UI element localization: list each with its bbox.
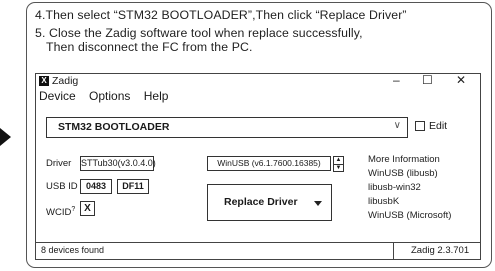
menu-bar: Device Options Help [39,88,178,104]
instruction-step-5-cont: Then disconnect the FC from the PC. [46,40,253,54]
zadig-app-icon: X [39,76,49,86]
minimize-button[interactable]: – [393,73,400,88]
more-information-label: More Information [368,154,440,165]
menu-device[interactable]: Device [39,89,76,103]
link-libusb-win32[interactable]: libusb-win32 [368,182,421,194]
title-bar: X Zadig – ☐ ✕ [36,73,480,89]
usb-vid-field: 0483 [80,179,112,194]
usb-pid-field: DF11 [117,179,149,194]
spin-down-icon[interactable]: ▼ [334,165,343,172]
menu-options[interactable]: Options [89,89,130,103]
device-dropdown[interactable]: STM32 BOOTLOADER ∨ [46,117,408,138]
dropdown-arrow-icon[interactable] [314,201,322,206]
usb-id-label: USB ID [46,181,78,192]
close-button[interactable]: ✕ [456,73,466,88]
link-winusb-libusb[interactable]: WinUSB (libusb) [368,168,438,180]
device-row: STM32 BOOTLOADER ∨ Edit [46,117,470,140]
instruction-step-5: 5. Close the Zadig software tool when re… [35,26,363,40]
edit-checkbox[interactable] [415,121,425,131]
wcid-status: X [80,201,95,216]
replace-driver-label: Replace Driver [224,196,298,208]
driver-spinner[interactable]: ▲ ▼ [333,156,344,172]
wcid-label: WCID? [46,206,76,219]
status-bar: 8 devices found Zadig 2.3.701 [36,242,480,259]
driver-label: Driver [46,158,72,169]
maximize-button[interactable]: ☐ [422,73,433,88]
zadig-window: X Zadig – ☐ ✕ Device Options Help STM32 … [35,73,481,260]
window-title: Zadig [52,75,79,87]
menu-help[interactable]: Help [144,89,169,103]
instruction-step-4: 4.Then select “STM32 BOOTLOADER”,Then cl… [35,8,407,22]
app-version: Zadig 2.3.701 [411,245,470,256]
spin-up-icon[interactable]: ▲ [334,157,343,165]
status-divider [393,243,394,259]
link-libusbk[interactable]: libusbK [368,196,399,208]
current-driver-field: STTub30(v3.0.4.0) [80,156,156,171]
pointer-arrow-icon [0,128,11,146]
chevron-down-icon: ∨ [393,120,401,131]
target-driver-field[interactable]: WinUSB (v6.1.7600.16385) [207,156,331,171]
link-winusb-microsoft[interactable]: WinUSB (Microsoft) [368,210,451,222]
device-count: 8 devices found [41,245,105,255]
device-selected: STM32 BOOTLOADER [58,121,170,133]
edit-label: Edit [429,120,448,132]
replace-driver-button[interactable]: Replace Driver [207,184,332,221]
